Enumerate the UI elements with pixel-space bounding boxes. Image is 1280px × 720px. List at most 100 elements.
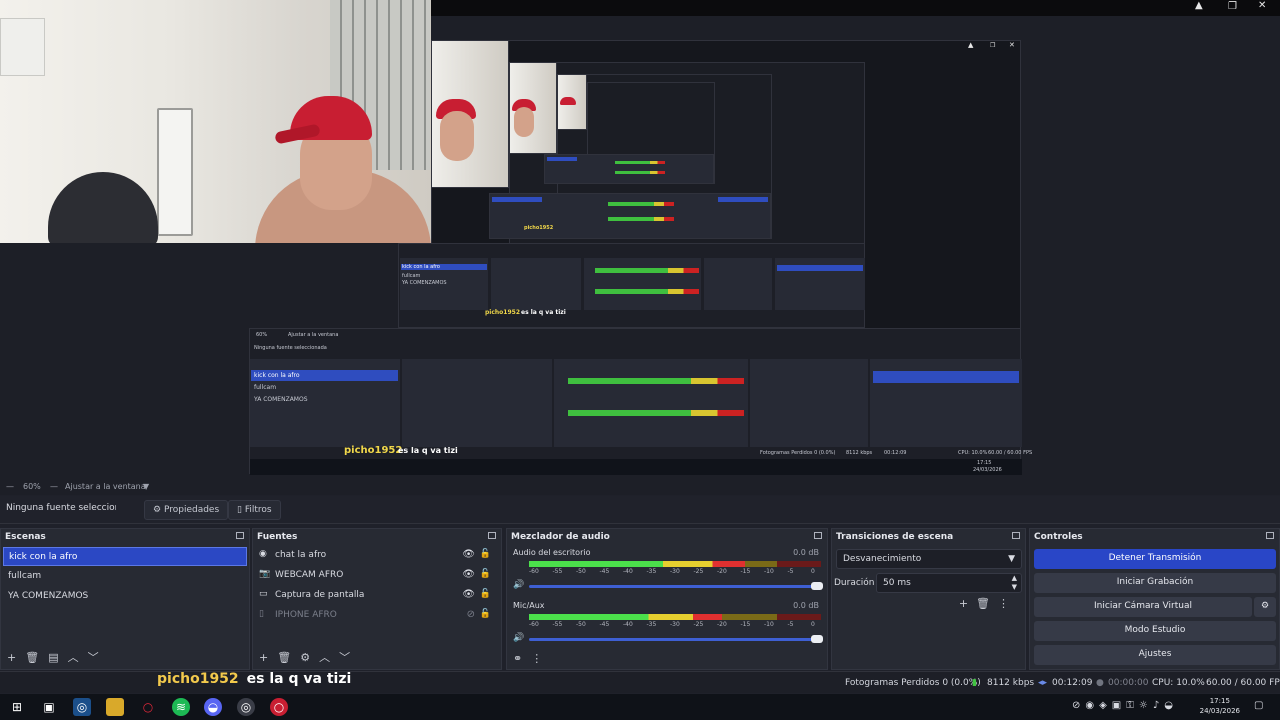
menu-dots-icon[interactable]: ⋮ — [998, 597, 1017, 610]
undock-icon[interactable] — [488, 532, 496, 539]
up-icon[interactable]: ︿ — [68, 651, 88, 664]
zoom-separator: — — [6, 482, 14, 491]
up-icon[interactable]: ︿ — [319, 651, 339, 664]
source-toolbar: +🗑⚙︿﹀ — [259, 649, 359, 665]
undock-icon[interactable] — [814, 532, 822, 539]
source-item[interactable]: ▯ IPHONE AFRO ⊘ 🔓 — [257, 607, 495, 625]
close-icon[interactable]: ✕ — [1258, 0, 1266, 11]
channel-db: 0.0 dB — [793, 548, 819, 557]
scale-tick: -25 — [693, 568, 704, 575]
notification-icon[interactable]: ▢ — [1254, 700, 1263, 711]
undock-icon[interactable] — [236, 532, 244, 539]
fit-window-dropdown[interactable]: Ajustar a la ventana — [65, 482, 146, 491]
scale-tick: 0 — [811, 568, 815, 575]
scenes-title: Escenas — [5, 532, 46, 542]
scale-tick: -5 — [787, 568, 794, 575]
webcam-feed — [0, 0, 431, 243]
tray-icons[interactable]: ⊘◉◈▣⚿☼♪◒ — [1072, 700, 1178, 711]
undock-icon[interactable] — [1012, 532, 1020, 539]
scene-item[interactable]: YA COMENZAMOS — [3, 587, 247, 606]
restore-icon: ❐ — [990, 42, 996, 49]
taskbar: ⊞ ▣ ◎ ○ ≋ ◒ ◎ ○ ⊘◉◈▣⚿☼♪◒ 17:15 24/03/202… — [0, 694, 1280, 720]
eye-icon[interactable]: 👁 — [462, 589, 475, 600]
close-icon: ✕ — [1009, 41, 1015, 49]
add-icon[interactable]: + — [259, 651, 277, 664]
windows-start-icon[interactable]: ⊞ — [8, 698, 26, 716]
spin-icon[interactable]: ▲ ▼ — [1012, 574, 1017, 592]
speaker-icon[interactable]: 🔊 — [513, 580, 524, 590]
lock-icon[interactable]: 🔓 — [480, 589, 491, 599]
cpu-usage: CPU: 10.0% — [1152, 678, 1205, 688]
scene-item[interactable]: kick con la afro — [3, 547, 247, 566]
down-icon[interactable]: ﹀ — [339, 651, 359, 664]
start-record-button[interactable]: Iniciar Grabación — [1034, 573, 1276, 593]
trash-icon[interactable]: 🗑 — [277, 651, 300, 664]
add-icon[interactable]: + — [959, 597, 976, 610]
duration-stepper[interactable]: 50 ms ▲ ▼ — [876, 573, 1022, 593]
source-item[interactable]: 📷 WEBCAM AFRO 👁 🔓 — [257, 567, 495, 585]
scene-item[interactable]: fullcam — [3, 567, 247, 586]
volume-slider[interactable] — [529, 582, 823, 590]
scale-tick: -15 — [740, 568, 751, 575]
studio-mode-button[interactable]: Modo Estudio — [1034, 621, 1276, 641]
scale-tick: -10 — [764, 621, 774, 628]
undock-icon[interactable] — [1266, 532, 1274, 539]
system-clock[interactable]: 17:15 24/03/2026 — [1200, 696, 1240, 716]
menu-dots-icon[interactable]: ⋮ — [531, 652, 551, 665]
steam-icon[interactable]: ◎ — [73, 698, 91, 716]
sources-title: Fuentes — [257, 532, 298, 542]
source-item[interactable]: ▭ Captura de pantalla 👁 🔓 — [257, 587, 495, 605]
slider-handle[interactable] — [811, 582, 823, 590]
scale-tick: -40 — [623, 568, 633, 575]
store-icon[interactable]: ▣ — [40, 698, 58, 716]
virtual-camera-settings-button[interactable]: ⚙ — [1254, 597, 1276, 617]
stop-stream-button[interactable]: Detener Transmisión — [1034, 549, 1276, 569]
scale-tick: -45 — [599, 621, 610, 628]
eye-hidden-icon[interactable]: ⊘ — [467, 609, 475, 620]
lock-icon[interactable]: 🔓 — [480, 569, 491, 579]
scale-tick: -45 — [599, 568, 610, 575]
chevron-down-icon[interactable]: ▼ — [143, 482, 149, 491]
transitions-title: Transiciones de escena — [836, 532, 954, 542]
filter-icon[interactable]: ▤ — [48, 651, 67, 664]
trash-icon[interactable]: 🗑 — [976, 597, 998, 610]
opera-icon[interactable]: ○ — [139, 698, 157, 716]
restore-icon[interactable]: ❐ — [1228, 1, 1237, 12]
transition-select[interactable]: Desvanecimiento ▼ — [836, 549, 1022, 569]
controls-dock: Controles Detener Transmisión Iniciar Gr… — [1029, 528, 1280, 670]
settings-button[interactable]: Ajustes — [1034, 645, 1276, 665]
trash-icon[interactable]: 🗑 — [25, 651, 48, 664]
properties-button[interactable]: ⚙ Propiedades — [144, 500, 229, 520]
mirror — [157, 108, 193, 236]
lock-icon[interactable]: 🔓 — [480, 549, 491, 559]
preview-canvas[interactable]: ▲ ❐ ✕ ▲ ❐ ✕ picho1952 kick con la afro f… — [0, 0, 1280, 480]
filters-button[interactable]: ▯ Filtros — [228, 500, 281, 520]
scale-tick: -35 — [646, 568, 657, 575]
meter-scale: -60 -55 -50 -45 -40 -35 -30 -25 -20 -15 -10 -5 0 — [529, 567, 821, 577]
channel-name: Mic/Aux — [513, 601, 545, 610]
volume-slider[interactable] — [529, 635, 823, 643]
speaker-icon[interactable]: 🔊 — [513, 633, 524, 643]
link-icon[interactable]: ⚭ — [513, 652, 531, 665]
lock-icon[interactable]: 🔓 — [480, 609, 491, 619]
add-icon[interactable]: + — [7, 651, 25, 664]
spotify-icon[interactable]: ≋ — [172, 698, 190, 716]
slider-handle[interactable] — [811, 635, 823, 643]
virtual-camera-button[interactable]: Iniciar Cámara Virtual — [1034, 597, 1252, 617]
source-item[interactable]: ◉ chat la afro 👁 🔓 — [257, 547, 495, 565]
eye-icon[interactable]: 👁 — [462, 549, 475, 560]
down-icon[interactable]: ﹀ — [88, 651, 108, 664]
nested-obs-large: 60% Ajustar a la ventana Ninguna fuente … — [249, 328, 1032, 475]
scale-tick: -60 — [529, 621, 539, 628]
obs-icon[interactable]: ◎ — [237, 698, 255, 716]
opera-gx-icon[interactable]: ○ — [270, 698, 288, 716]
chat-user: picho1952 — [157, 671, 239, 687]
gear-icon[interactable]: ⚙ — [300, 651, 319, 664]
controls-title: Controles — [1034, 532, 1083, 542]
discord-icon[interactable]: ◒ — [204, 698, 222, 716]
channel-db: 0.0 dB — [793, 601, 819, 610]
zoom-level[interactable]: 60% — [23, 482, 41, 491]
folder-icon[interactable] — [106, 698, 124, 716]
eye-icon[interactable]: 👁 — [462, 569, 475, 580]
scale-tick: -30 — [670, 621, 680, 628]
